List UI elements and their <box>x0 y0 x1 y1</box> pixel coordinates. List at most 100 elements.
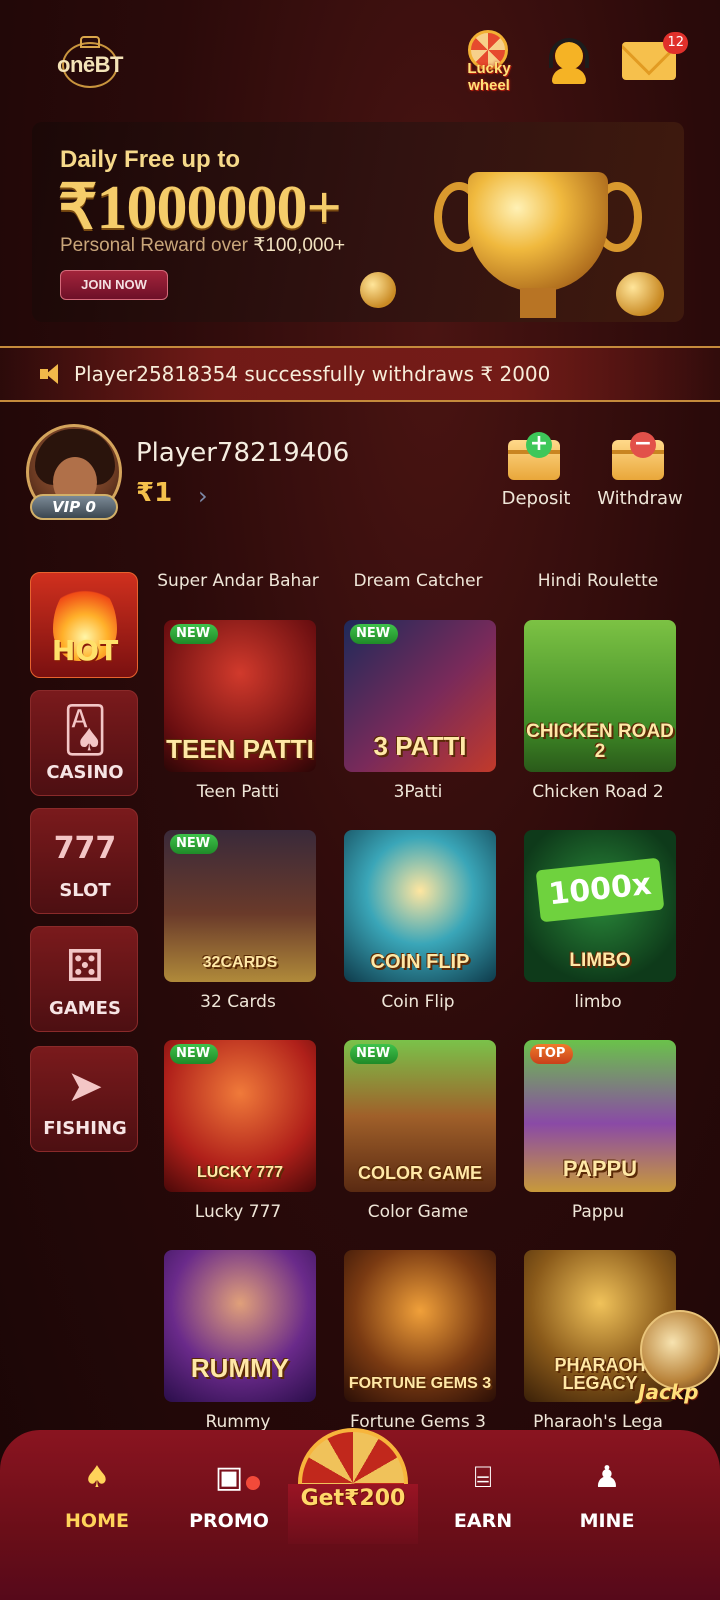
coin-icon <box>616 272 664 316</box>
withdraw-ticker: Player25818354 successfully withdraws ₹ … <box>0 346 720 402</box>
nav-earn-label: EARN <box>453 1510 513 1532</box>
top-tag: TOP <box>530 1044 574 1064</box>
nav-earn[interactable]: ⌸ EARN <box>428 1460 538 1532</box>
game-art-text: LIMBO <box>569 950 631 971</box>
game-name: Pappu <box>571 1202 625 1222</box>
mail-badge: 12 <box>663 32 688 54</box>
game-tile-color-game[interactable]: COLOR GAME NEW <box>344 1040 496 1192</box>
user-icon: ♟ <box>593 1460 621 1495</box>
lucky-wheel-button[interactable]: Lucky wheel <box>458 30 520 100</box>
new-tag: NEW <box>170 1044 219 1064</box>
game-tile-pappu[interactable]: PAPPU TOP <box>524 1040 676 1192</box>
category-slot[interactable]: 777 SLOT <box>30 808 138 914</box>
trophy-stem <box>520 288 556 318</box>
top-header: onēBT Lucky wheel 12 <box>0 0 720 120</box>
game-art-text: 32CARDS <box>202 954 278 971</box>
game-name: 32 Cards <box>200 992 276 1012</box>
category-label: CASINO <box>46 762 124 783</box>
game-art-text: COIN FLIP <box>370 951 470 973</box>
game-name: Lucky 777 <box>194 1202 282 1222</box>
join-now-button[interactable]: JOIN NOW <box>60 270 168 300</box>
game-name: Teen Patti <box>196 782 280 802</box>
game-tile-rummy[interactable]: RUMMY <box>164 1250 316 1402</box>
promo-banner[interactable]: Daily Free up to ₹1000000+ Personal Rewa… <box>32 122 684 322</box>
shark-icon: ➤ <box>66 1061 104 1112</box>
game-title-dream-catcher[interactable]: Dream Catcher <box>328 572 508 591</box>
banner-subtitle: Personal Reward over ₹100,000+ <box>60 234 345 257</box>
crown-icon <box>80 36 100 48</box>
new-tag: NEW <box>350 624 399 644</box>
category-casino[interactable]: 🂡 CASINO <box>30 690 138 796</box>
category-label: FISHING <box>43 1118 127 1139</box>
game-art-text: LUCKY 777 <box>197 1164 283 1181</box>
banner-amount: ₹1000000+ <box>58 174 342 242</box>
game-tile-limbo[interactable]: 1000x LIMBO <box>524 830 676 982</box>
speaker-icon <box>40 362 64 386</box>
category-label: SLOT <box>59 880 111 901</box>
customer-support-button[interactable] <box>546 38 592 88</box>
spade-icon: ♠ <box>83 1460 111 1495</box>
jackpot-label: Jackp <box>638 1380 699 1404</box>
cards-icon: 🂡 <box>62 705 108 756</box>
get-bonus-label: Get₹200 <box>300 1486 406 1511</box>
game-tile-32-cards[interactable]: 32CARDS NEW <box>164 830 316 982</box>
trophy-icon <box>428 142 648 322</box>
banner-subtitle-amount: ₹100,000+ <box>253 235 346 256</box>
category-fishing[interactable]: ➤ FISHING <box>30 1046 138 1152</box>
nav-promo-label: PROMO <box>189 1510 269 1532</box>
game-name: Chicken Road 2 <box>532 782 664 802</box>
trophy-cup <box>468 172 608 292</box>
deposit-button[interactable]: + Deposit <box>496 432 576 514</box>
ticket-icon: ▣ <box>214 1460 244 1495</box>
category-games[interactable]: ⚄ GAMES <box>30 926 138 1032</box>
notification-dot <box>246 1476 260 1490</box>
deposit-label: Deposit <box>501 488 571 509</box>
nav-promo[interactable]: ▣ PROMO <box>174 1460 284 1532</box>
plus-icon: + <box>526 432 552 458</box>
game-art-text: CHICKEN ROAD 2 <box>526 721 674 762</box>
jackpot-float-button[interactable]: Jackp <box>634 1310 720 1420</box>
game-tile-fortune-gems-3[interactable]: FORTUNE GEMS 3 <box>344 1250 496 1402</box>
logo-text: onēBT <box>57 52 123 77</box>
nav-mine-label: MINE <box>579 1510 635 1532</box>
chevron-right-icon[interactable]: › <box>198 482 208 510</box>
jackpot-icon <box>640 1310 720 1390</box>
username: Player78219406 <box>136 438 350 468</box>
minus-icon: − <box>630 432 656 458</box>
game-name: Color Game <box>367 1202 469 1222</box>
category-label: HOT <box>51 634 119 667</box>
game-tile-lucky-777[interactable]: LUCKY 777 NEW <box>164 1040 316 1192</box>
new-tag: NEW <box>350 1044 399 1064</box>
game-title-super-andar-bahar[interactable]: Super Andar Bahar <box>148 572 328 591</box>
game-tile-teen-patti[interactable]: TEEN PATTI NEW <box>164 620 316 772</box>
app-logo[interactable]: onēBT <box>48 36 132 88</box>
vip-badge[interactable]: VIP 0 <box>30 494 118 520</box>
mail-button[interactable]: 12 <box>622 32 688 80</box>
get-bonus-wheel-button[interactable]: Get₹200 <box>288 1428 418 1544</box>
game-name: Coin Flip <box>381 992 455 1012</box>
headset-band <box>549 38 589 68</box>
nav-mine[interactable]: ♟ MINE <box>552 1460 662 1532</box>
headset-body <box>552 68 586 84</box>
category-label: GAMES <box>49 998 121 1019</box>
game-tile-chicken-road-2[interactable]: CHICKEN ROAD 2 <box>524 620 676 772</box>
game-art-text: FORTUNE GEMS 3 <box>348 1375 492 1392</box>
ticker-message: Player25818354 successfully withdraws ₹ … <box>74 362 551 386</box>
game-name: 3Patti <box>393 782 443 802</box>
category-hot[interactable]: HOT <box>30 572 138 678</box>
game-name: limbo <box>574 992 622 1012</box>
game-tile-coin-flip[interactable]: COIN FLIP <box>344 830 496 982</box>
withdraw-button[interactable]: − Withdraw <box>597 432 682 514</box>
slot-machine-icon: 777 <box>53 831 117 866</box>
new-tag: NEW <box>170 834 219 854</box>
dice-icon: ⚄ <box>65 941 105 992</box>
game-art-text: TEEN PATTI <box>166 734 314 764</box>
withdraw-label: Withdraw <box>597 488 683 509</box>
nav-home[interactable]: ♠ HOME <box>42 1460 152 1532</box>
balance-amount: ₹1 <box>136 478 173 508</box>
game-title-hindi-roulette[interactable]: Hindi Roulette <box>508 572 688 591</box>
game-tile-3patti[interactable]: 3 PATTI NEW <box>344 620 496 772</box>
lucky-wheel-label: Lucky wheel <box>467 60 511 94</box>
game-art-text: COLOR GAME <box>358 1163 482 1183</box>
game-art-text: 3 PATTI <box>373 731 467 761</box>
